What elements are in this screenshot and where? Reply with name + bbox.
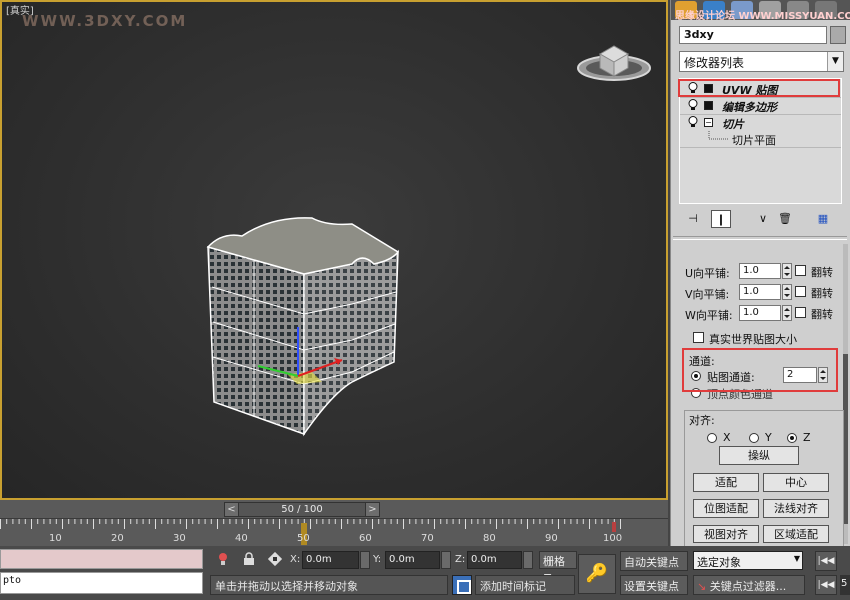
set-key-icon[interactable]: 🔑 — [578, 554, 616, 594]
tick-label: 60 — [359, 533, 372, 544]
maxscript-listener-input[interactable]: pto — [0, 572, 203, 594]
modifier-list-dropdown[interactable]: 修改器列表 ▼ — [679, 51, 844, 72]
lightbulb-icon[interactable] — [688, 116, 698, 128]
absolute-mode-icon[interactable] — [266, 551, 284, 568]
stack-item-slice[interactable]: − 切片 — [680, 115, 841, 131]
z-coord-label: Z: — [455, 554, 466, 565]
tick-label: 50 — [297, 533, 310, 544]
perspective-viewport[interactable]: [真实] WWW.3DXY.COM — [0, 0, 668, 500]
y-coord-label: Y: — [373, 554, 382, 565]
time-tag-icon[interactable] — [452, 575, 472, 595]
highlight-box-channel — [682, 348, 838, 392]
selection-filter-value: 选定对象 — [697, 556, 741, 569]
key-filter-icon: ↘ — [697, 580, 707, 593]
w-flip-label: 翻转 — [811, 308, 833, 321]
viewcube-icon[interactable] — [576, 40, 652, 84]
current-frame-field[interactable]: 5 — [840, 575, 850, 595]
stack-item-label: 切片平面 — [732, 134, 776, 147]
y-coord-spinner[interactable] — [441, 551, 451, 569]
auto-key-button[interactable]: 自动关键点 — [620, 551, 688, 571]
time-slider[interactable]: < 50 / 100 > — [224, 502, 380, 517]
alignment-group-box — [684, 410, 844, 546]
lightbulb-icon[interactable] — [688, 99, 698, 111]
divider — [680, 147, 841, 148]
expand-icon[interactable] — [704, 101, 713, 110]
go-to-start-icon[interactable]: |◀◀ — [815, 551, 837, 571]
key-filters-label: 关键点过滤器... — [709, 580, 787, 593]
status-bar: pto X: 0.0m Y: 0.0m Z: 0.0m 栅格 = 单击并拖动以选… — [0, 546, 850, 600]
tick-label: 20 — [111, 533, 124, 544]
v-flip-checkbox[interactable] — [795, 286, 806, 297]
z-coord-spinner[interactable] — [523, 551, 533, 569]
v-tile-field[interactable]: 1.0 — [739, 284, 781, 300]
tick-label: 10 — [49, 533, 62, 544]
configure-sets-icon[interactable]: ▦ — [813, 210, 833, 228]
w-flip-checkbox[interactable] — [795, 307, 806, 318]
set-key-button[interactable]: 设置关键点 — [620, 575, 688, 595]
chevron-down-icon: ▼ — [793, 554, 800, 563]
pin-stack-icon[interactable]: ⊣ — [683, 210, 703, 228]
collapse-icon[interactable]: − — [704, 118, 713, 127]
selection-lock-icon[interactable] — [240, 552, 258, 568]
modifier-list-label: 修改器列表 — [684, 56, 745, 70]
end-key-marker — [612, 522, 616, 532]
tick-label: 40 — [235, 533, 248, 544]
maxscript-listener-output[interactable] — [0, 549, 203, 569]
w-tile-field[interactable]: 1.0 — [739, 305, 781, 321]
x-coord-label: X: — [290, 554, 301, 565]
key-filters-button[interactable]: ↘ 关键点过滤器... — [693, 575, 805, 595]
u-flip-checkbox[interactable] — [795, 265, 806, 276]
track-bar[interactable]: 10 20 30 40 50 60 70 80 90 100 — [0, 518, 668, 546]
tree-connector-icon — [708, 131, 728, 140]
building-model[interactable] — [202, 212, 407, 442]
x-coord-spinner[interactable] — [360, 551, 370, 569]
stack-subitem-slice-plane[interactable]: 切片平面 — [680, 131, 841, 147]
tick-label: 30 — [173, 533, 186, 544]
v-flip-label: 翻转 — [811, 287, 833, 300]
u-tile-field[interactable]: 1.0 — [739, 263, 781, 279]
show-end-result-icon[interactable]: ❙ — [711, 210, 731, 228]
command-panel-tabs: 思缘设计论坛 WWW.MISSYUAN.COM — [671, 0, 850, 22]
y-coord-field[interactable]: 0.0m — [385, 551, 440, 569]
prompt-line: 单击并拖动以选择并移动对象 — [210, 575, 448, 595]
prev-frame-button[interactable]: < — [224, 502, 239, 517]
object-name-field[interactable]: 3dxy — [679, 26, 827, 44]
tick-label: 90 — [545, 533, 558, 544]
make-unique-icon[interactable]: ∨ — [753, 210, 773, 228]
stack-item-label: 编辑多边形 — [722, 101, 777, 114]
w-tile-spinner[interactable] — [782, 305, 792, 321]
u-tile-spinner[interactable] — [782, 263, 792, 279]
selection-filter-dropdown[interactable]: 选定对象 ▼ — [693, 551, 803, 570]
next-frame-button[interactable]: > — [365, 502, 380, 517]
chevron-down-icon: ▼ — [827, 52, 843, 71]
z-coord-field[interactable]: 0.0m — [467, 551, 522, 569]
tick-label: 70 — [421, 533, 434, 544]
u-flip-label: 翻转 — [811, 266, 833, 279]
divider — [673, 236, 847, 240]
isolate-selection-icon[interactable] — [214, 552, 232, 568]
stack-toolbar: ⊣ ❙ ∨ 🗑 ▦ — [679, 208, 844, 230]
go-to-start-button[interactable]: |◀◀ — [815, 575, 837, 595]
x-coord-field[interactable]: 0.0m — [302, 551, 359, 569]
object-color-swatch[interactable] — [830, 26, 846, 44]
real-world-map-size-label: 真实世界贴图大小 — [709, 333, 797, 346]
u-tile-label: U向平铺: — [685, 267, 730, 280]
forum-watermark: 思缘设计论坛 WWW.MISSYUAN.COM — [675, 11, 850, 22]
ruler-ticks — [0, 519, 621, 529]
remove-modifier-icon[interactable]: 🗑 — [775, 210, 795, 228]
w-tile-label: W向平铺: — [685, 309, 733, 322]
stack-item-label: 切片 — [722, 118, 744, 131]
tick-label: 100 — [603, 533, 623, 544]
real-world-map-size-checkbox[interactable] — [693, 332, 704, 343]
grid-size-label: 栅格 = — [539, 551, 577, 582]
v-tile-spinner[interactable] — [782, 284, 792, 300]
stack-item-edit-poly[interactable]: 编辑多边形 — [680, 98, 841, 114]
frame-indicator[interactable]: 50 / 100 — [239, 502, 365, 517]
tick-label: 80 — [483, 533, 496, 544]
add-time-tag-button[interactable]: 添加时间标记 — [475, 575, 575, 595]
time-slider-track[interactable]: < 50 / 100 > — [0, 500, 668, 518]
site-watermark: WWW.3DXY.COM — [22, 12, 188, 30]
v-tile-label: V向平铺: — [685, 288, 730, 301]
highlight-box-uvw — [678, 79, 840, 97]
